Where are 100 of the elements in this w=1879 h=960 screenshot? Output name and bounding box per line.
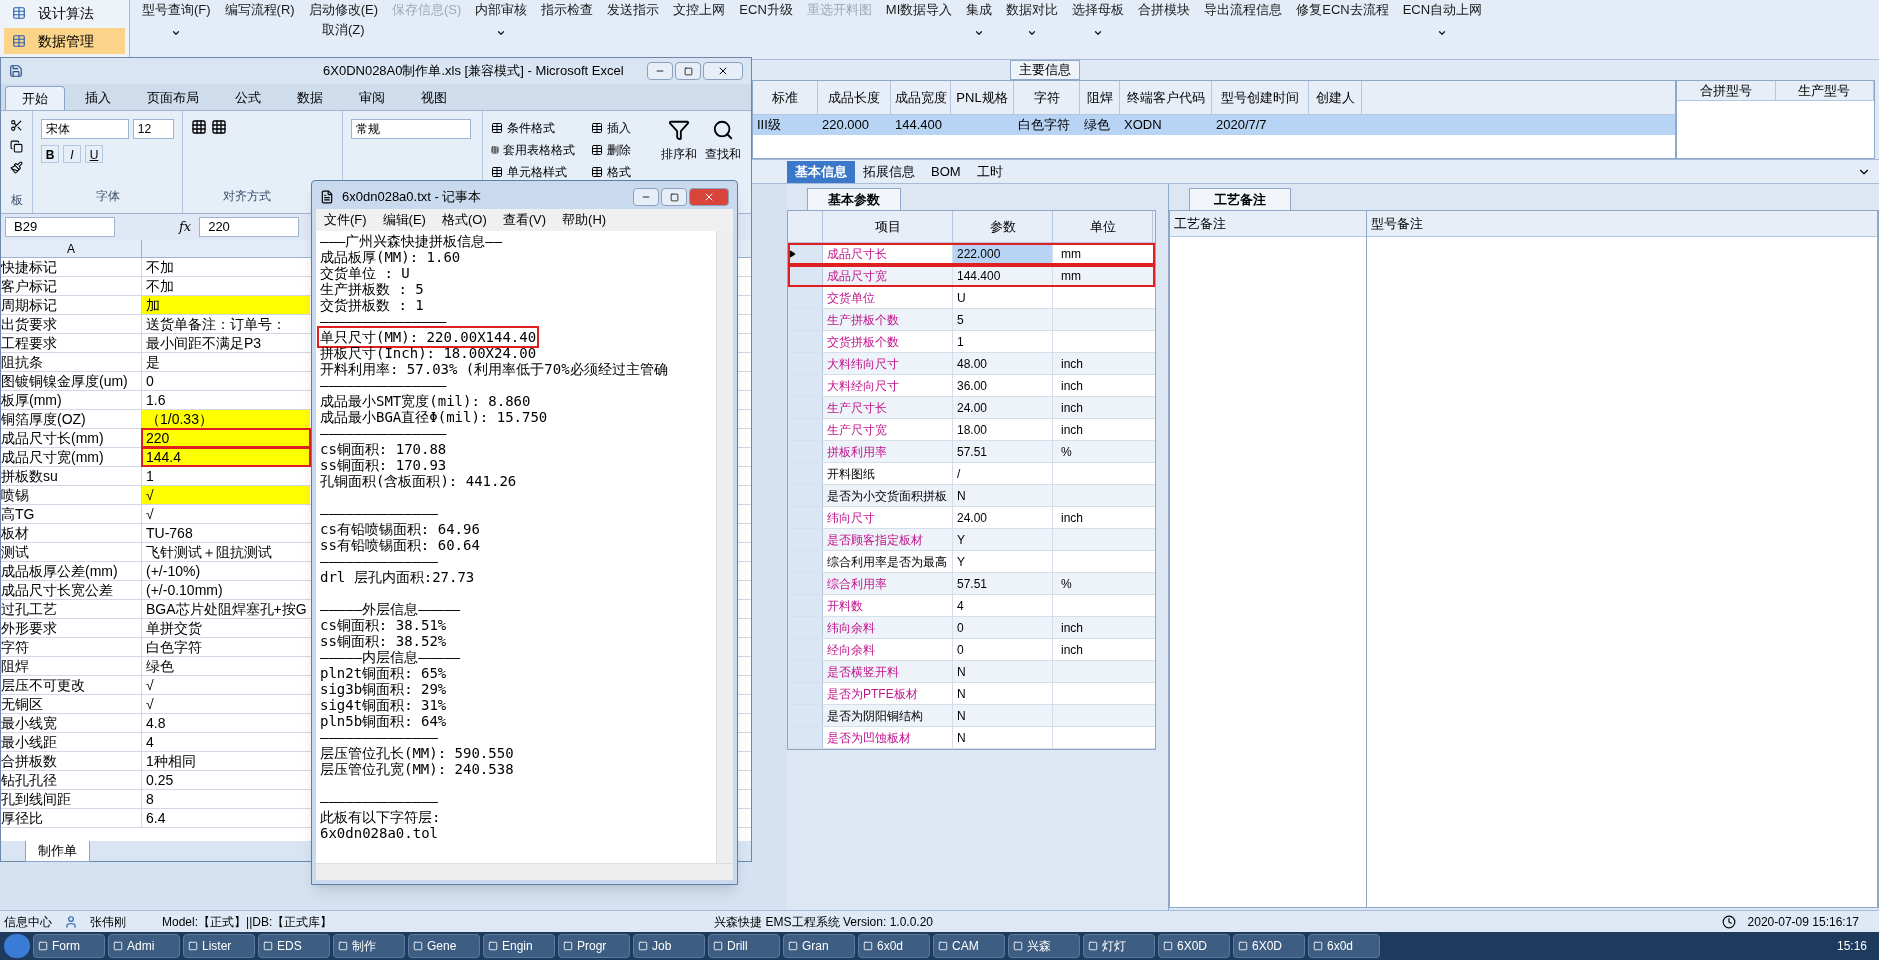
table-row[interactable]: 是否为凹蚀板材 N [788, 727, 1155, 749]
function-label[interactable]: fx [179, 217, 192, 237]
column-header[interactable]: 阻焊 [1080, 81, 1120, 114]
taskbar-item[interactable]: Form [33, 934, 105, 958]
format-painter-icon[interactable] [10, 161, 23, 174]
column-header[interactable]: 单位 [1053, 211, 1153, 242]
toolbar-button[interactable]: 发送指示 [607, 0, 660, 59]
column-header[interactable]: 工艺备注 [1170, 211, 1366, 237]
taskbar-item[interactable]: Lister [183, 934, 255, 958]
table-row[interactable]: 交货单位 U [788, 287, 1155, 309]
table-row[interactable]: 开料数 4 [788, 595, 1155, 617]
maximize-button[interactable] [675, 62, 701, 80]
menu-item[interactable]: 编辑(E) [382, 210, 426, 230]
column-header[interactable]: PNL规格 [951, 81, 1014, 114]
taskbar-item[interactable]: Engin [483, 934, 555, 958]
ribbon-tab[interactable]: 公式 [219, 86, 277, 110]
styles-button[interactable]: 套用表格格式 [491, 141, 575, 159]
table-row[interactable]: 是否为小交货面积拼板 N [788, 485, 1155, 507]
taskbar-item[interactable]: Drill [708, 934, 780, 958]
table-row[interactable]: 是否为阴阳铜结构 N [788, 705, 1155, 727]
toolbar-button[interactable]: 指示检查 [541, 0, 594, 59]
column-header[interactable]: A [1, 240, 142, 257]
number-format-field[interactable]: 常规 [351, 119, 471, 139]
editing-button[interactable]: 查找和 [705, 119, 741, 163]
toolbar-button[interactable]: 集成 [966, 0, 993, 59]
table-row[interactable]: 是否横竖开料 N [788, 661, 1155, 683]
taskbar-item[interactable]: 6x0d [1308, 934, 1380, 958]
maximize-button[interactable] [661, 188, 687, 206]
start-button[interactable] [4, 934, 30, 958]
font-size-field[interactable]: 12 [132, 119, 174, 139]
cells-button[interactable]: 格式 [591, 163, 645, 181]
tab[interactable]: 拓展信息 [855, 160, 923, 183]
editing-button[interactable]: 排序和 [661, 119, 697, 163]
toolbar-button[interactable]: 修复ECN去流程 [1296, 0, 1389, 59]
font-field[interactable]: 宋体 [41, 119, 129, 139]
menu-item[interactable]: 查看(V) [502, 210, 547, 230]
panel-tab[interactable]: 基本参数 [807, 188, 901, 210]
column-header[interactable]: 合拼型号 [1677, 81, 1776, 100]
column-header[interactable]: 成品宽度 [891, 81, 951, 114]
column-header[interactable]: 创建人 [1309, 81, 1362, 114]
vertical-scrollbar[interactable] [716, 231, 733, 863]
table-row[interactable]: 交货拼板个数 1 [788, 331, 1155, 353]
taskbar-item[interactable]: 兴森 [1008, 934, 1080, 958]
table-row[interactable]: 生产尺寸宽 18.00 inch [788, 419, 1155, 441]
table-row[interactable]: 成品尺寸宽 144.400 mm [788, 265, 1155, 287]
taskbar-item[interactable]: 6X0D [1158, 934, 1230, 958]
taskbar-item[interactable]: 制作 [333, 934, 405, 958]
toolbar-button[interactable]: ECN自动上网 [1402, 0, 1483, 59]
save-icon[interactable] [9, 64, 23, 78]
styles-button[interactable]: 条件格式 [491, 119, 575, 137]
table-row[interactable]: 生产拼板个数 5 [788, 309, 1155, 331]
menu-item[interactable]: 格式(O) [441, 210, 487, 230]
tab[interactable]: 工时 [968, 160, 1011, 183]
cells-button[interactable]: 插入 [591, 119, 645, 137]
toolbar-button[interactable]: MI数据导入 [885, 0, 953, 59]
taskbar-item[interactable]: CAM [933, 934, 1005, 958]
copy-icon[interactable] [10, 140, 23, 153]
toolbar-button[interactable]: 编写流程(R) [224, 0, 295, 59]
format-button[interactable]: I [63, 145, 81, 163]
taskbar-item[interactable]: 6x0d [858, 934, 930, 958]
nav-item[interactable]: 数据管理 [4, 28, 125, 54]
column-header[interactable]: 型号备注 [1367, 211, 1877, 237]
menu-item[interactable]: 帮助(H) [562, 210, 607, 230]
column-header[interactable]: 终端客户代码 [1120, 81, 1212, 114]
toolbar-button[interactable]: 内部审核 [475, 0, 528, 59]
close-button[interactable] [689, 188, 729, 206]
table-row[interactable]: 综合利用率 57.51 % [788, 573, 1155, 595]
column-header[interactable]: 成品长度 [818, 81, 891, 114]
tab[interactable]: BOM [923, 160, 969, 183]
ribbon-tab[interactable]: 审阅 [343, 86, 401, 110]
toolbar-button[interactable]: 数据对比 [1006, 0, 1059, 59]
table-row[interactable]: 是否为PTFE板材 N [788, 683, 1155, 705]
column-header[interactable]: 项目 [823, 211, 953, 242]
column-header[interactable]: 型号创建时间 [1212, 81, 1309, 114]
table-row[interactable]: 大料纬向尺寸 48.00 inch [788, 353, 1155, 375]
ribbon-tab[interactable]: 插入 [69, 86, 127, 110]
toolbar-button[interactable]: 导出流程信息 [1204, 0, 1283, 59]
cut-icon[interactable] [10, 119, 23, 132]
tab[interactable]: 基本信息 [787, 160, 855, 183]
ribbon-tab[interactable]: 开始 [5, 86, 65, 110]
table-row[interactable]: 生产尺寸长 24.00 inch [788, 397, 1155, 419]
table-row[interactable]: 大料经向尺寸 36.00 inch [788, 375, 1155, 397]
styles-button[interactable]: 单元格样式 [491, 163, 575, 181]
table-row[interactable]: 拼板利用率 57.51 % [788, 441, 1155, 463]
column-header[interactable]: 字符 [1014, 81, 1080, 114]
row-header[interactable] [788, 243, 823, 264]
table-row[interactable]: 纬向尺寸 24.00 inch [788, 507, 1155, 529]
sheet-tab[interactable]: 制作单 [25, 840, 90, 862]
table-row[interactable]: 经向余料 0 inch [788, 639, 1155, 661]
ribbon-tab[interactable]: 数据 [281, 86, 339, 110]
table-row[interactable]: III级 220.000 144.400 白色字符 绿色 XODN 2020/7/7 [753, 115, 1675, 135]
taskbar-item[interactable]: EDS [258, 934, 330, 958]
column-header[interactable]: 参数 [953, 211, 1053, 242]
taskbar-item[interactable]: Gene [408, 934, 480, 958]
taskbar-item[interactable]: Job [633, 934, 705, 958]
column-header[interactable]: 标准 [753, 81, 818, 114]
taskbar-item[interactable]: Gran [783, 934, 855, 958]
minimize-button[interactable] [647, 62, 673, 80]
table-row[interactable]: 综合利用率是否为最高 Y [788, 551, 1155, 573]
table-row[interactable]: 是否顾客指定板材 Y [788, 529, 1155, 551]
